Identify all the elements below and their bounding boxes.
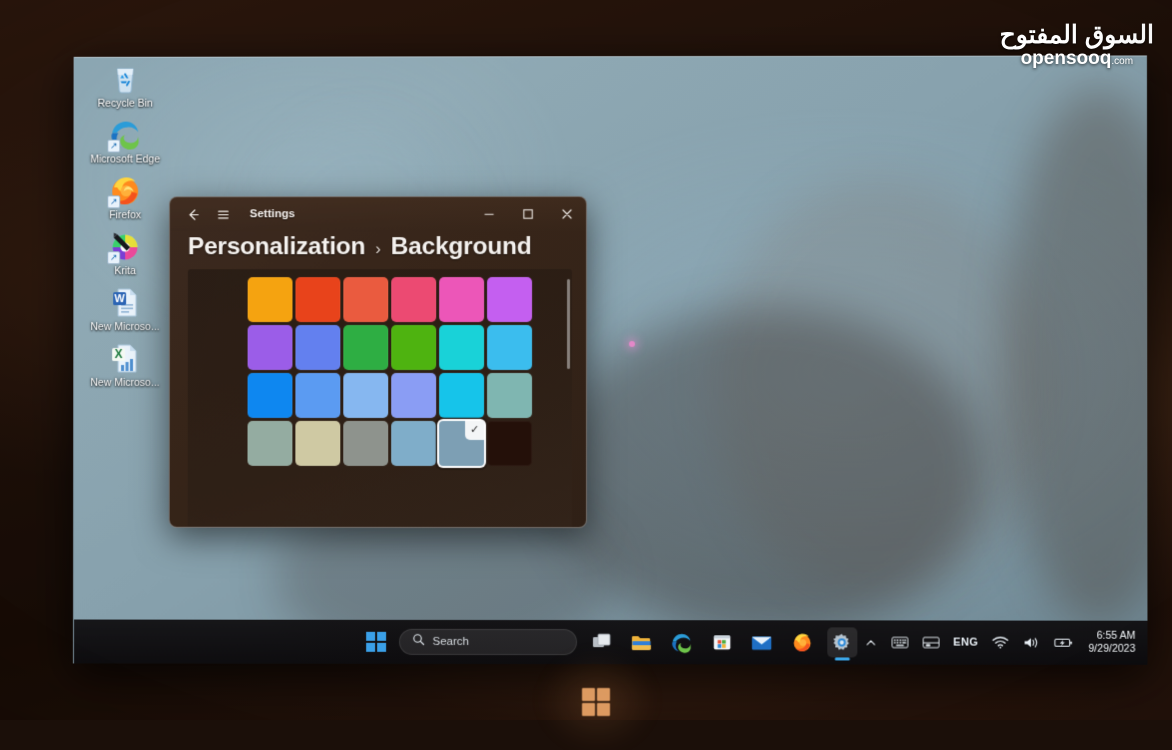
battery-charging-icon[interactable] [1047,629,1080,657]
word-document-icon: W [108,285,142,319]
recycle-bin-icon [108,62,142,96]
color-swatch[interactable] [295,325,340,370]
color-swatch[interactable] [295,277,340,322]
desktop-icon-recycle-bin[interactable]: Recycle Bin [82,62,168,110]
vertical-scrollbar[interactable] [567,279,570,369]
color-swatch[interactable] [343,373,388,418]
firefox-icon: ↗ [108,173,142,207]
wifi-icon[interactable] [985,629,1016,657]
desktop-icon-label: New Microso... [90,377,159,389]
settings-window[interactable]: Settings Personalization [169,196,587,528]
checkmark-icon: ✓ [465,421,484,440]
color-swatch[interactable] [391,421,436,466]
color-swatch[interactable] [391,325,436,370]
desktop-icon-excel-document[interactable]: X New Microso... [82,341,168,389]
color-swatch[interactable] [343,277,388,322]
breadcrumb-parent[interactable]: Personalization [188,233,366,261]
color-swatch[interactable] [343,421,388,466]
svg-text:W: W [114,293,125,305]
photo-background: Recycle Bin ↗ Microsoft Edge [0,0,1172,720]
back-arrow-icon[interactable] [178,200,208,228]
color-swatch[interactable] [295,421,340,466]
color-swatch[interactable] [487,421,532,466]
desktop-icon-label: Recycle Bin [98,98,153,110]
shortcut-arrow-icon: ↗ [107,140,120,153]
tablet-device: Recycle Bin ↗ Microsoft Edge [73,55,1148,664]
color-swatch[interactable] [391,277,436,322]
taskbar-app-microsoft-store[interactable] [707,627,737,657]
excel-document-icon: X [108,341,142,375]
desktop-icon-microsoft-edge[interactable]: ↗ Microsoft Edge [82,118,168,166]
color-swatch[interactable] [248,277,293,322]
hamburger-menu-icon[interactable] [208,200,238,228]
color-swatch[interactable] [487,277,532,322]
system-tray: ENG [857,620,1140,664]
desktop-icon-krita[interactable]: ↗ Krita [82,229,168,277]
window-title: Settings [250,208,295,220]
glass-reflection [553,307,984,638]
speaker-icon[interactable] [1016,629,1047,657]
shortcut-arrow-icon: ↗ [107,251,120,264]
color-swatch[interactable] [439,325,484,370]
breadcrumb-separator-icon: › [375,239,380,259]
color-swatch[interactable] [487,325,532,370]
breadcrumb: Personalization › Background [170,231,586,269]
search-icon [412,633,425,651]
desktop-icon-label: Microsoft Edge [90,153,160,165]
desktop-icon-firefox[interactable]: ↗ Firefox [82,173,168,221]
krita-icon: ↗ [108,229,142,263]
glass-reflection [1003,86,1147,627]
color-swatch[interactable] [248,373,293,418]
desktop-icon-label: Krita [114,265,136,277]
desktop-icon-label: New Microso... [91,321,160,333]
taskbar-app-microsoft-edge[interactable] [667,627,697,657]
close-icon[interactable] [547,197,586,231]
color-swatch[interactable] [439,373,484,418]
microsoft-edge-icon: ↗ [108,118,142,152]
accent-color-grid[interactable]: ✓ [248,277,533,466]
clock-date: 9/29/2023 [1088,643,1135,656]
taskbar-app-firefox[interactable] [787,627,817,657]
minimize-icon[interactable] [469,197,508,231]
desktop-icon-label: Firefox [109,209,141,221]
color-swatch[interactable] [248,421,293,466]
color-swatch[interactable] [248,325,293,370]
color-swatch[interactable]: ✓ [439,421,484,466]
device-screen: Recycle Bin ↗ Microsoft Edge [73,55,1148,664]
display-switch-icon[interactable] [915,628,946,656]
windows-start-icon[interactable] [363,629,389,655]
breadcrumb-current: Background [391,233,532,261]
taskbar-app-mail[interactable] [747,627,777,657]
chevron-up-icon[interactable] [857,628,884,656]
desktop-icon-column: Recycle Bin ↗ Microsoft Edge [82,62,168,397]
background-settings-pane: ✓ [188,269,572,527]
svg-text:X: X [115,348,123,362]
color-swatch[interactable] [439,277,484,322]
taskbar-app-settings[interactable] [827,627,857,657]
glass-reflection [713,177,1044,598]
language-indicator[interactable]: ENG [946,629,985,657]
maximize-icon[interactable] [508,197,547,231]
desktop-icon-word-document[interactable]: W New Microso... [82,285,168,333]
windows-logo-icon [582,688,610,716]
lens-glint [629,341,635,347]
touch-keyboard-icon[interactable] [884,628,915,656]
color-swatch[interactable] [295,373,340,418]
watermark-arabic-text: السوق المفتوح [1000,22,1154,48]
color-swatch[interactable] [487,373,532,418]
clock-time: 6:55 AM [1088,630,1135,643]
color-swatch[interactable] [391,373,436,418]
search-placeholder-text: Search [433,636,469,648]
window-controls [469,197,586,231]
color-swatch[interactable] [343,325,388,370]
taskbar-clock[interactable]: 6:55 AM 9/29/2023 [1080,630,1139,656]
shortcut-arrow-icon: ↗ [107,195,120,208]
window-titlebar[interactable]: Settings [170,197,586,231]
